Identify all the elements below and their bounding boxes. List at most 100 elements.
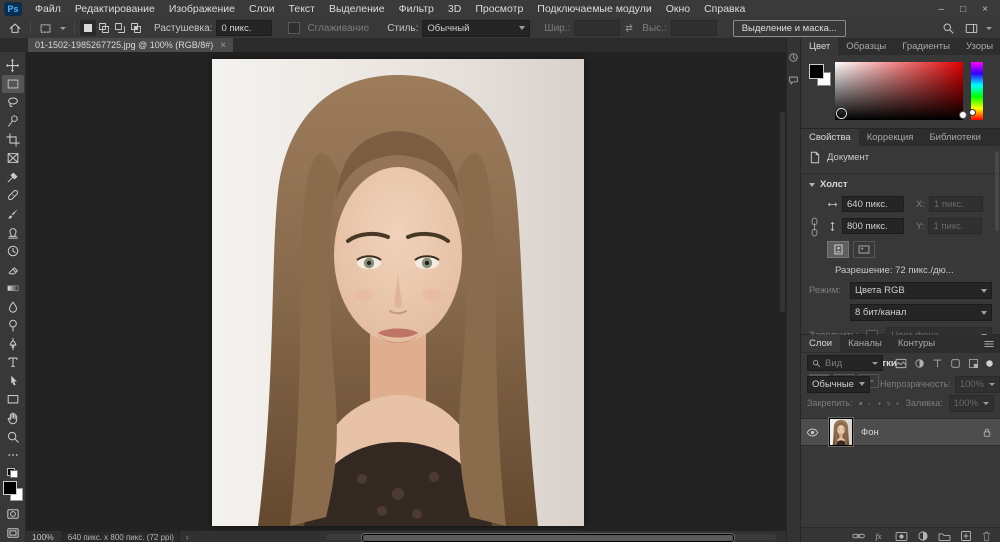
history-panel-icon[interactable] (788, 52, 799, 63)
tab-layers[interactable]: Слои (801, 335, 840, 352)
tab-swatches[interactable]: Образцы (838, 38, 894, 55)
link-dimensions-icon[interactable] (801, 195, 827, 258)
height-input[interactable] (671, 20, 717, 36)
new-adjustment-layer-icon[interactable] (917, 530, 929, 542)
new-layer-icon[interactable] (960, 530, 972, 542)
add-to-selection-button[interactable] (96, 20, 112, 36)
layer-lock-icon[interactable] (982, 427, 1000, 438)
move-tool[interactable] (2, 56, 24, 75)
dodge-tool[interactable] (2, 316, 24, 335)
menu-help[interactable]: Справка (697, 0, 752, 18)
new-group-icon[interactable] (938, 531, 951, 542)
rectangle-tool[interactable] (2, 390, 24, 409)
tab-color[interactable]: Цвет (801, 38, 838, 55)
edit-toolbar-icon[interactable] (2, 446, 24, 465)
intersect-selection-button[interactable] (128, 20, 144, 36)
swap-dimensions-icon[interactable] (620, 20, 638, 36)
menu-view[interactable]: Просмотр (468, 0, 530, 18)
tab-adjustments[interactable]: Коррекция (859, 129, 922, 146)
spot-healing-brush-tool[interactable] (2, 186, 24, 205)
scrollbar-thumb[interactable] (362, 534, 734, 542)
blend-mode-select[interactable]: Обычные (807, 376, 870, 393)
close-icon[interactable]: × (982, 4, 988, 15)
horizontal-scrollbar[interactable] (326, 534, 776, 540)
saturation-brightness-field[interactable] (835, 62, 963, 120)
menu-type[interactable]: Текст (282, 0, 322, 18)
layer-name[interactable]: Фон (861, 427, 879, 438)
canvas-height-input[interactable]: 800 пикс. (842, 218, 904, 234)
opacity-input[interactable]: 100% (955, 376, 1000, 393)
zoom-tool[interactable] (2, 427, 24, 446)
lock-position-icon[interactable] (878, 398, 881, 409)
gradient-tool[interactable] (2, 279, 24, 298)
layer-filtering-toggle[interactable] (985, 359, 994, 368)
foreground-color-swatch[interactable] (3, 481, 17, 495)
filter-smart-objects-icon[interactable] (968, 358, 979, 369)
menu-filter[interactable]: Фильтр (392, 0, 441, 18)
frame-tool[interactable] (2, 149, 24, 168)
home-icon[interactable] (5, 20, 25, 36)
tab-paths[interactable]: Контуры (890, 335, 943, 352)
link-layers-icon[interactable] (852, 531, 865, 541)
layer-thumbnail[interactable] (829, 418, 853, 446)
tab-patterns[interactable]: Узоры (958, 38, 1000, 55)
filter-pixel-layers-icon[interactable] (895, 358, 907, 369)
pen-tool[interactable] (2, 334, 24, 353)
lock-artboard-icon[interactable] (887, 398, 890, 409)
hand-tool[interactable] (2, 409, 24, 428)
eyedropper-tool[interactable] (2, 167, 24, 186)
default-colors-icon[interactable] (7, 468, 18, 478)
menu-edit[interactable]: Редактирование (68, 0, 162, 18)
delete-layer-icon[interactable] (981, 530, 992, 542)
color-picker-ring[interactable] (837, 109, 846, 118)
canvas-y-input[interactable]: 1 пикс. (928, 218, 982, 234)
tab-channels[interactable]: Каналы (840, 335, 890, 352)
foreground-color-swatch[interactable] (809, 64, 824, 79)
canvas-area[interactable] (26, 52, 786, 530)
type-tool[interactable] (2, 353, 24, 372)
menu-image[interactable]: Изображение (162, 0, 242, 18)
subtract-from-selection-button[interactable] (112, 20, 128, 36)
panel-menu-icon[interactable] (984, 335, 1000, 352)
lock-image-pixels-icon[interactable] (868, 398, 871, 409)
hue-marker-dot[interactable] (969, 109, 976, 116)
tab-libraries[interactable]: Библиотеки (921, 129, 988, 146)
brush-tool[interactable] (2, 205, 24, 224)
open-image[interactable] (212, 59, 584, 526)
zoom-level[interactable]: 100% (32, 532, 54, 542)
menu-3d[interactable]: 3D (441, 0, 468, 18)
layer-filter-search[interactable]: Вид (807, 355, 883, 371)
canvas-section-header[interactable]: Холст (801, 179, 1000, 190)
width-input[interactable] (574, 20, 620, 36)
hue-slider[interactable] (971, 62, 983, 120)
eraser-tool[interactable] (2, 260, 24, 279)
minimize-icon[interactable]: – (939, 4, 945, 15)
clone-stamp-tool[interactable] (2, 223, 24, 242)
rectangular-marquee-tool[interactable] (2, 75, 24, 94)
quick-mask-button[interactable] (2, 505, 24, 524)
menu-select[interactable]: Выделение (322, 0, 392, 18)
menu-file[interactable]: Файл (28, 0, 68, 18)
search-icon[interactable] (942, 22, 955, 35)
lock-transparent-pixels-icon[interactable] (859, 398, 862, 409)
document-tab[interactable]: 01-1502-1985267725.jpg @ 100% (RGB/8#) × (28, 38, 233, 52)
maximize-icon[interactable]: □ (960, 4, 966, 15)
bit-depth-select[interactable]: 8 бит/канал (850, 304, 992, 321)
feather-input[interactable]: 0 пикс. (216, 20, 272, 36)
landscape-orientation-button[interactable] (853, 241, 875, 258)
portrait-orientation-button[interactable] (827, 241, 849, 258)
layer-row-background[interactable]: Фон (801, 418, 1000, 446)
filter-adjustment-layers-icon[interactable] (914, 358, 925, 369)
layer-effects-icon[interactable]: fx (874, 530, 886, 542)
lock-all-icon[interactable] (896, 398, 899, 409)
canvas-x-input[interactable]: 1 пикс. (929, 196, 983, 212)
lasso-tool[interactable] (2, 93, 24, 112)
comments-panel-icon[interactable] (788, 75, 799, 86)
menu-window[interactable]: Окно (659, 0, 697, 18)
vertical-scrollbar[interactable] (780, 112, 785, 312)
crop-tool[interactable] (2, 130, 24, 149)
close-tab-icon[interactable]: × (220, 40, 226, 51)
layer-visibility-toggle[interactable] (801, 428, 823, 437)
style-select[interactable]: Обычный (422, 20, 530, 37)
screen-mode-button[interactable] (2, 523, 24, 542)
